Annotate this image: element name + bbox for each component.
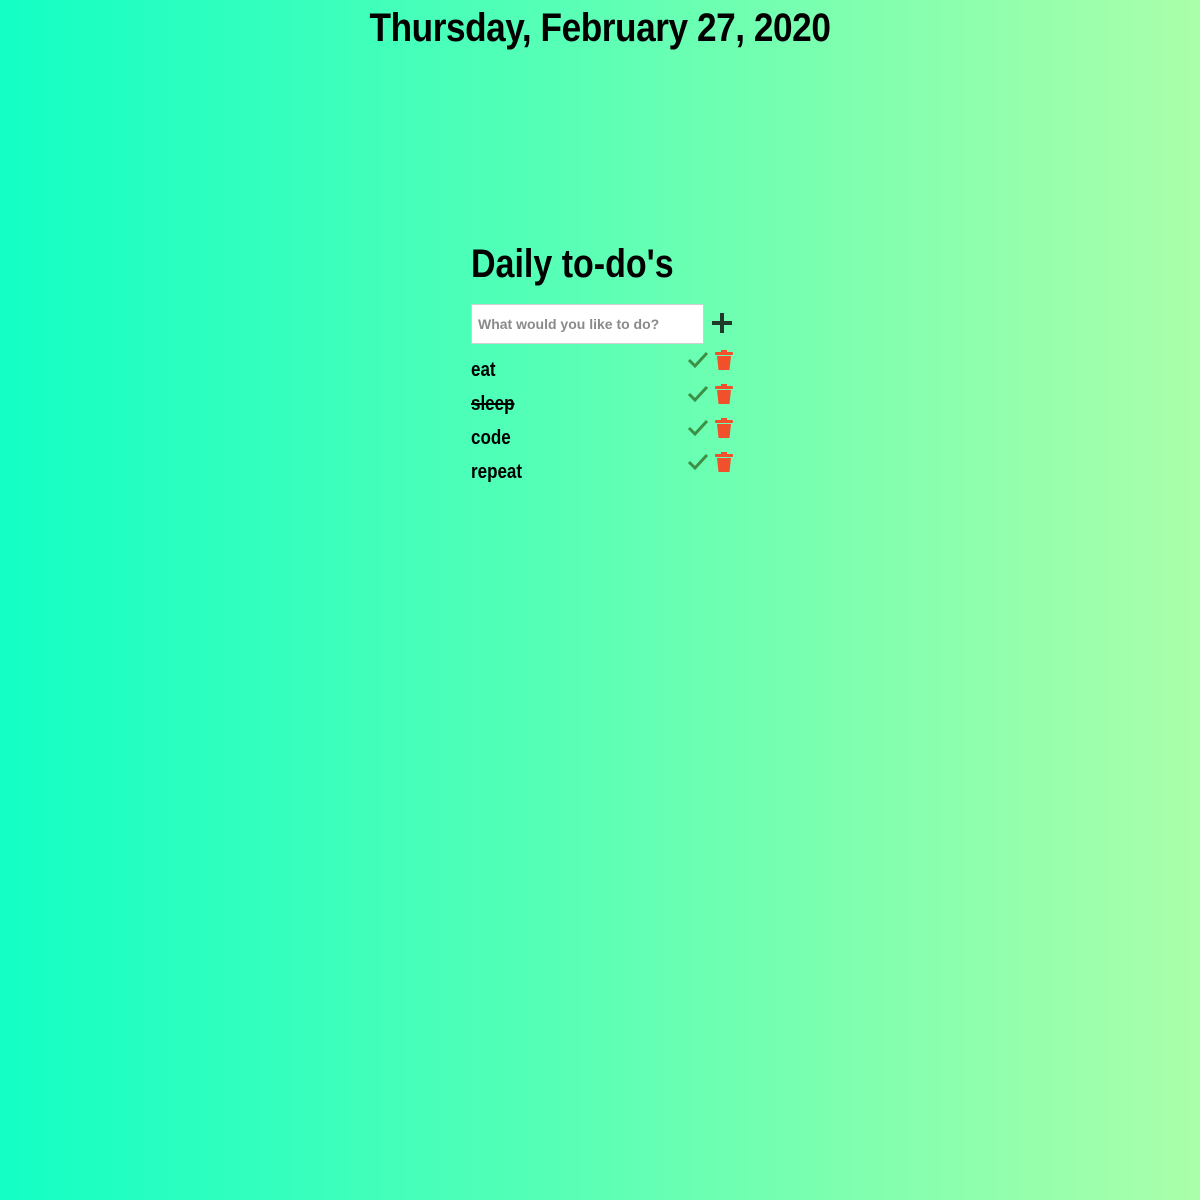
- trash-icon: [715, 452, 733, 472]
- delete-todo-button[interactable]: [715, 418, 733, 438]
- check-icon: [687, 351, 709, 369]
- check-icon: [687, 385, 709, 403]
- complete-todo-button[interactable]: [687, 452, 709, 472]
- check-icon: [687, 419, 709, 437]
- todo-item: code: [471, 418, 741, 452]
- todo-input[interactable]: [471, 304, 704, 344]
- complete-todo-button[interactable]: [687, 384, 709, 404]
- todo-item: eat: [471, 350, 741, 384]
- delete-todo-button[interactable]: [715, 350, 733, 370]
- delete-todo-button[interactable]: [715, 452, 733, 472]
- check-icon: [687, 453, 709, 471]
- complete-todo-button[interactable]: [687, 418, 709, 438]
- todo-panel: Daily to-do's eat: [471, 240, 741, 486]
- trash-icon: [715, 384, 733, 404]
- complete-todo-button[interactable]: [687, 350, 709, 370]
- todo-item-text: code: [471, 427, 511, 449]
- add-todo-button[interactable]: [711, 312, 733, 334]
- todo-item-text: sleep: [471, 393, 515, 415]
- todo-item-text: repeat: [471, 461, 523, 483]
- todo-input-row: [471, 304, 741, 344]
- trash-icon: [715, 418, 733, 438]
- todo-item: repeat: [471, 452, 741, 486]
- todo-item: sleep: [471, 384, 741, 418]
- todo-item-text: eat: [471, 359, 496, 381]
- delete-todo-button[interactable]: [715, 384, 733, 404]
- todo-list: eat sleep code repeat: [471, 350, 741, 486]
- todo-title: Daily to-do's: [471, 242, 674, 286]
- date-heading: Thursday, February 27, 2020: [369, 6, 831, 50]
- trash-icon: [715, 350, 733, 370]
- plus-icon: [712, 313, 732, 333]
